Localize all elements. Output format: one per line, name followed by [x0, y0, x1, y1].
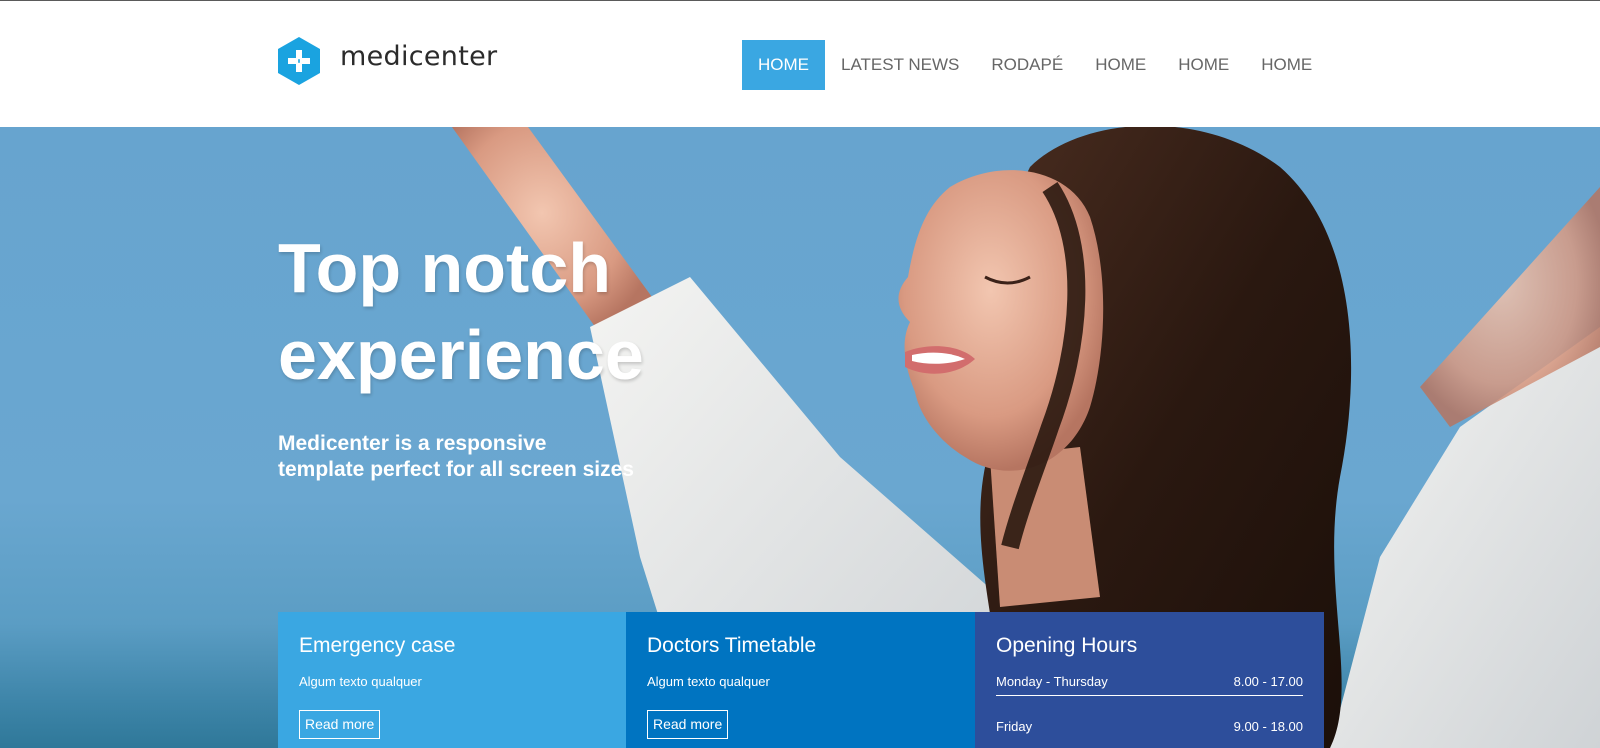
site-header: medicenter HOME LATEST NEWS RODAPÉ HOME … — [0, 1, 1600, 127]
hours-row: Monday - Thursday 8.00 - 17.00 — [996, 674, 1303, 696]
info-boxes: Emergency case Algum texto qualquer Read… — [278, 612, 1324, 748]
hours-time: 8.00 - 17.00 — [1233, 674, 1303, 689]
site-logo[interactable]: medicenter — [278, 37, 497, 85]
nav-item-home-4[interactable]: HOME — [1245, 40, 1328, 90]
hours-days: Friday — [996, 719, 1033, 734]
main-nav: HOME LATEST NEWS RODAPÉ HOME HOME HOME — [742, 40, 1328, 90]
hero-title: Top notch experience — [278, 225, 798, 399]
hero-subtitle: Medicenter is a responsive template perf… — [278, 432, 634, 481]
box-text: Algum texto qualquer — [299, 674, 422, 689]
emergency-case-box: Emergency case Algum texto qualquer Read… — [278, 612, 626, 748]
box-title: Opening Hours — [996, 634, 1138, 657]
hero-title-line-1: Top notch — [278, 229, 612, 307]
doctors-timetable-box: Doctors Timetable Algum texto qualquer R… — [626, 612, 975, 748]
hours-time: 9.00 - 18.00 — [1233, 719, 1303, 734]
read-more-button[interactable]: Read more — [647, 710, 729, 739]
read-more-button[interactable]: Read more — [299, 710, 381, 739]
box-title: Emergency case — [299, 634, 456, 657]
nav-item-home-2[interactable]: HOME — [1079, 40, 1162, 90]
nav-item-rodape[interactable]: RODAPÉ — [975, 40, 1079, 90]
box-text: Algum texto qualquer — [647, 674, 770, 689]
brand-name: medicenter — [340, 40, 498, 72]
opening-hours-box: Opening Hours Monday - Thursday 8.00 - 1… — [975, 612, 1324, 748]
medical-cross-hexagon-icon — [278, 37, 320, 85]
nav-item-home-3[interactable]: HOME — [1162, 40, 1245, 90]
nav-item-latest-news[interactable]: LATEST NEWS — [825, 40, 975, 90]
hours-days: Monday - Thursday — [996, 674, 1108, 689]
hero-title-line-2: experience — [278, 316, 644, 394]
box-title: Doctors Timetable — [647, 634, 817, 657]
hours-row: Friday 9.00 - 18.00 — [996, 719, 1303, 740]
nav-item-home[interactable]: HOME — [742, 40, 825, 90]
